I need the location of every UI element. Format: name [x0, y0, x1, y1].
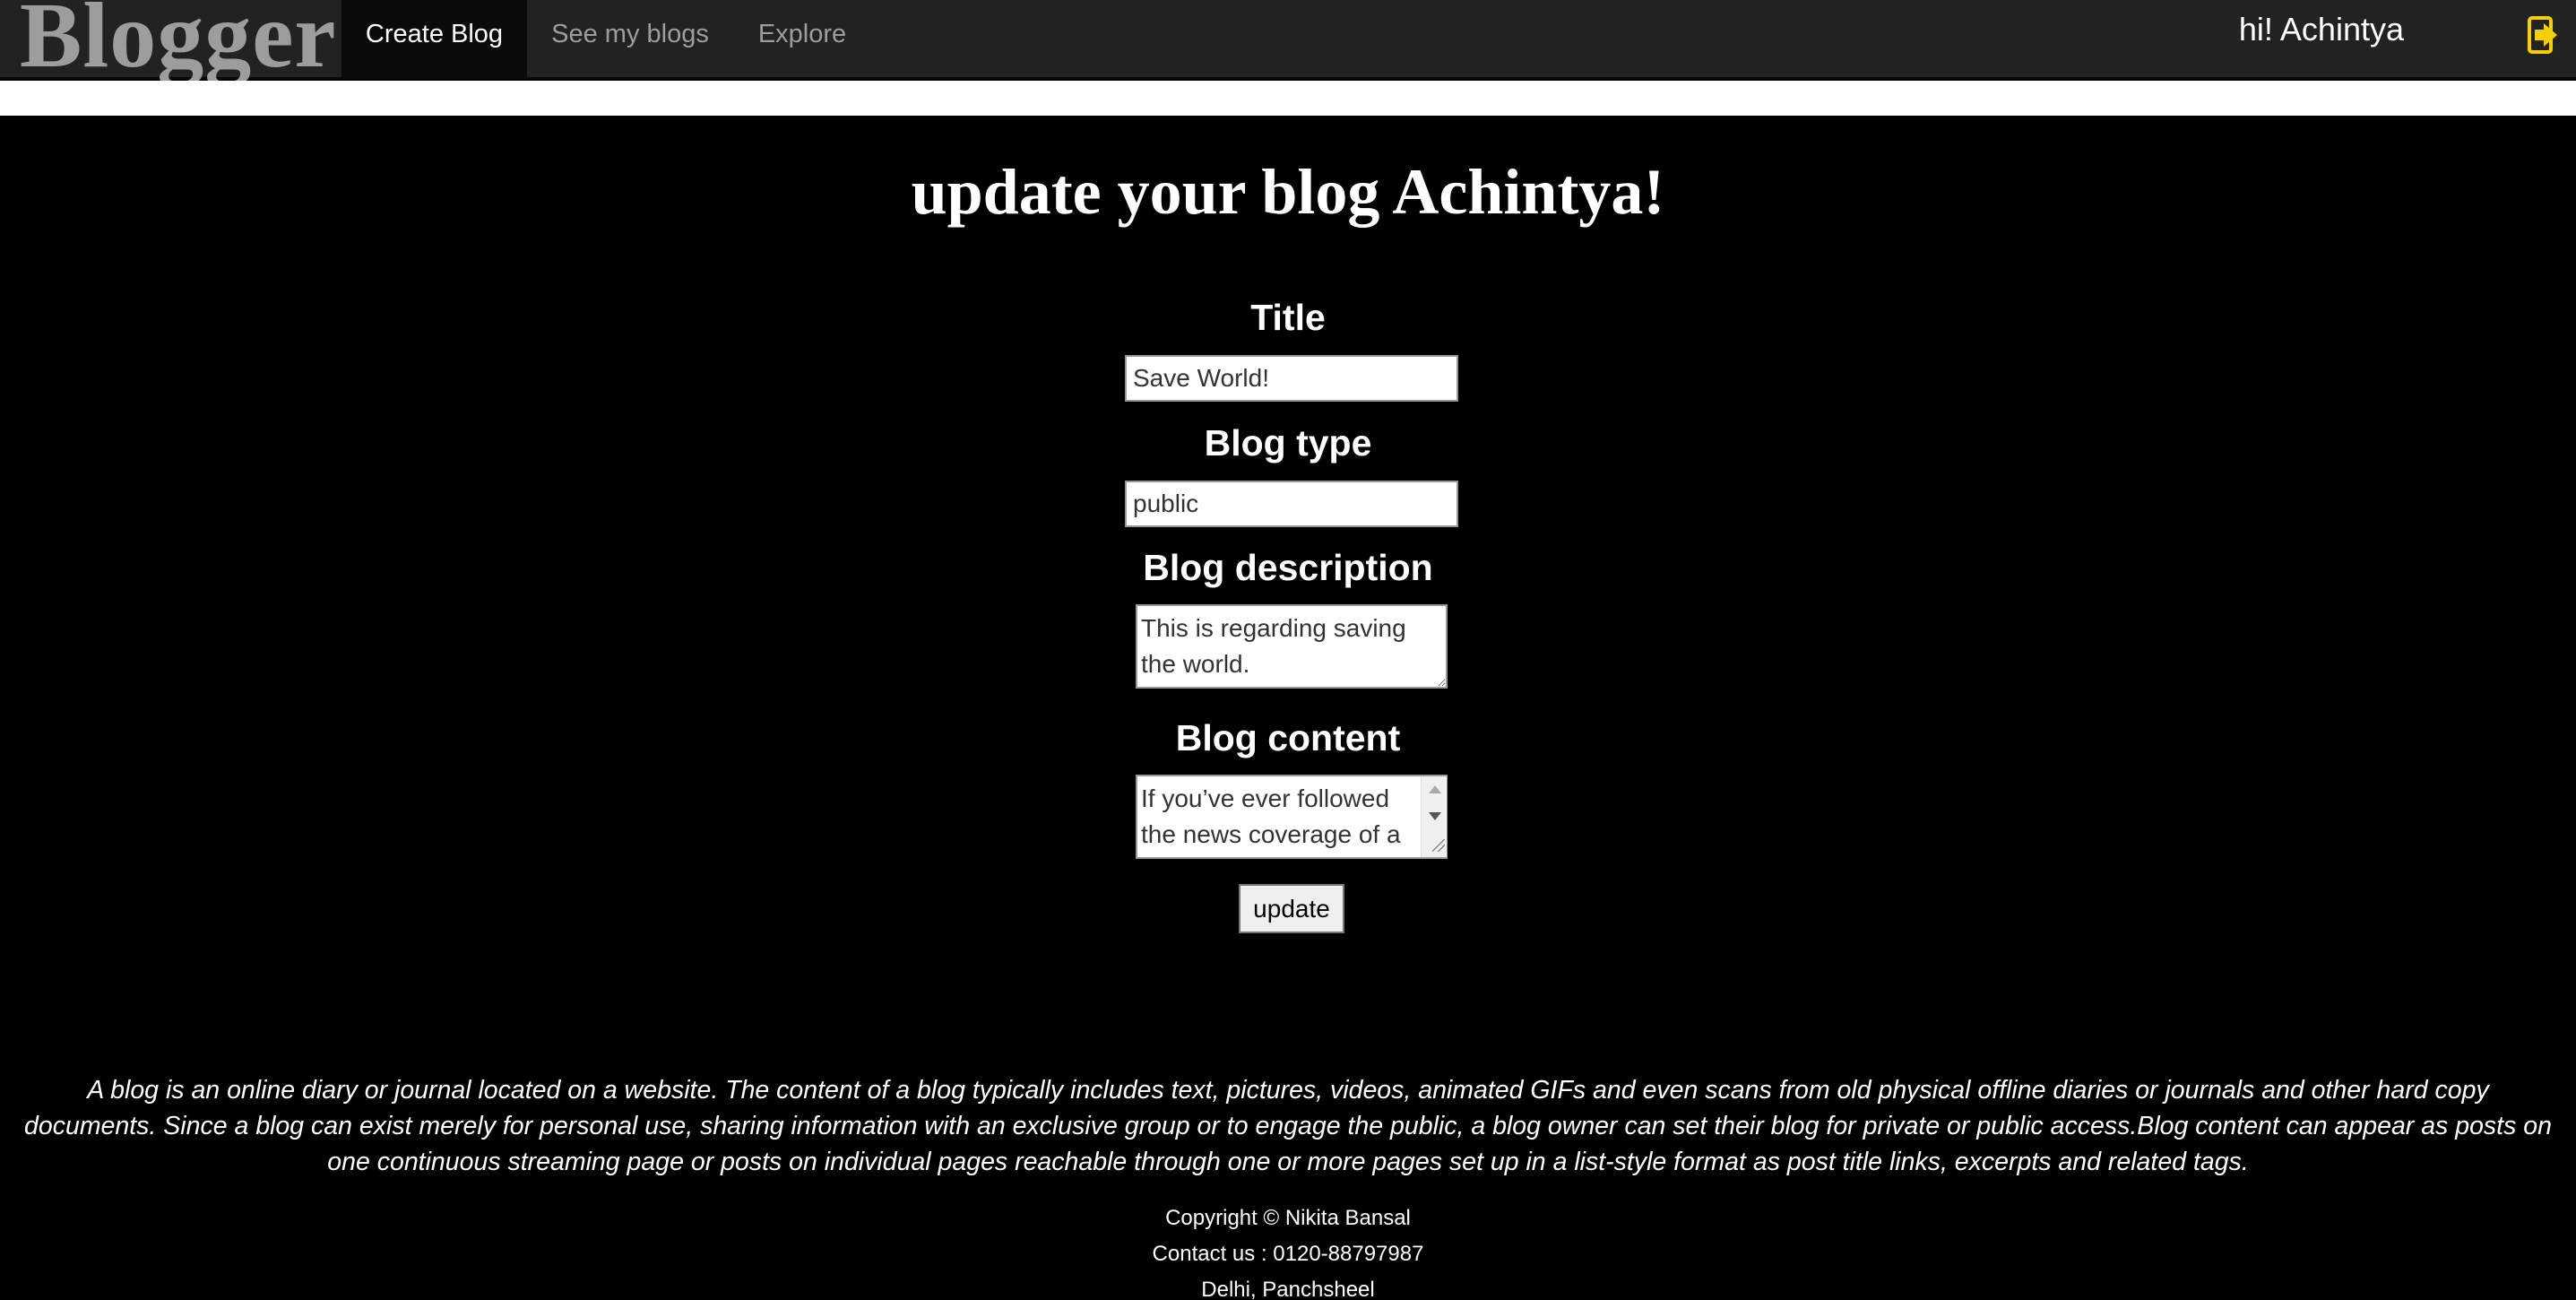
title-input[interactable]	[1125, 355, 1458, 402]
blog-type-input[interactable]	[1125, 481, 1458, 527]
page-title: update your blog Achintya!	[911, 156, 1665, 228]
footer-address: Delhi, Panchsheel	[1201, 1278, 1375, 1300]
top-navbar: Blogger Create Blog See my blogs Explore…	[0, 0, 2576, 82]
brand-logo[interactable]: Blogger	[20, 0, 337, 82]
footer-copyright: Copyright © Nikita Bansal	[1165, 1206, 1411, 1230]
nav-explore[interactable]: Explore	[733, 0, 871, 79]
nav-create-blog[interactable]: Create Blog	[341, 0, 527, 79]
user-greeting: hi! Achintya	[2238, 11, 2404, 48]
title-label: Title	[1250, 297, 1326, 338]
resize-grip-icon[interactable]	[1432, 839, 1445, 852]
update-blog-form: update your blog Achintya! Title Blog ty…	[0, 116, 2576, 1057]
scroll-up-arrow-icon[interactable]	[1429, 785, 1441, 793]
blog-content-label: Blog content	[1175, 717, 1401, 758]
blog-description-textarea[interactable]: This is regarding saving the world.	[1136, 604, 1448, 689]
blog-description-label: Blog description	[1143, 547, 1433, 588]
footer-contact: Contact us : 0120-88797987	[1152, 1242, 1424, 1266]
footer-blog-description: A blog is an online diary or journal loc…	[24, 1076, 2552, 1176]
nav-see-my-blogs[interactable]: See my blogs	[527, 0, 733, 79]
blog-content-textarea[interactable]: If you’ve ever followed the news coverag…	[1136, 775, 1448, 859]
header-divider-strip	[0, 81, 2576, 116]
update-button[interactable]: update	[1239, 884, 1344, 933]
blog-type-label: Blog type	[1204, 422, 1372, 464]
scroll-down-arrow-icon[interactable]	[1429, 812, 1441, 820]
sign-out-icon[interactable]	[2528, 16, 2558, 54]
content-scrollbar[interactable]	[1421, 776, 1447, 857]
